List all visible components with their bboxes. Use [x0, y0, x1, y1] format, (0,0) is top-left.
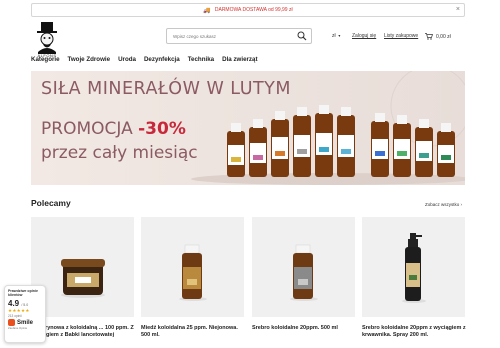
banner-promo-line2: przez cały miesiąc: [41, 143, 198, 163]
product-card[interactable]: [141, 217, 244, 317]
chevron-down-icon: ▼: [337, 34, 342, 38]
product-title[interactable]: Miedź koloidalna 25 ppm. Niejonowa. 500 …: [141, 325, 246, 339]
promo-bar-text: DARMOWA DOSTAWA od 99,99 zł: [214, 7, 293, 13]
search-icon[interactable]: [297, 31, 307, 41]
product-image-jar: [61, 259, 105, 298]
shopping-lists-link[interactable]: Listy zakupowe: [384, 33, 418, 39]
close-icon[interactable]: ×: [456, 6, 460, 13]
smile-icon: [8, 319, 15, 326]
smile-sub: Zaufane Opinie: [8, 326, 28, 330]
truck-icon: 🚚: [203, 7, 211, 14]
rating-score: 4.9 / 5.0: [8, 299, 29, 308]
see-all-link[interactable]: Zobacz wszystko ›: [425, 202, 462, 207]
nav-item-beauty[interactable]: Uroda: [118, 56, 136, 63]
promo-banner[interactable]: SIŁA MINERAŁÓW W LUTYM PROMOCJA -30% prz…: [31, 71, 465, 185]
product-image-spray: [402, 233, 426, 303]
banner-headline: SIŁA MINERAŁÓW W LUTYM: [41, 79, 291, 99]
product-card[interactable]: [31, 217, 134, 317]
nav-item-pets[interactable]: Dla zwierząt: [222, 56, 257, 63]
banner-promo-percent: -30%: [138, 119, 186, 139]
product-card[interactable]: [252, 217, 355, 317]
search-placeholder: Wpisz czego szukasz: [173, 33, 217, 39]
promo-bar: 🚚 DARMOWA DOSTAWA od 99,99 zł ×: [31, 3, 465, 17]
search-input[interactable]: Wpisz czego szukasz: [166, 28, 312, 44]
login-link[interactable]: Zaloguj się: [352, 33, 376, 39]
cart-icon: [425, 33, 433, 40]
nav-item-disinfection[interactable]: Dezynfekcja: [144, 56, 180, 63]
product-title[interactable]: Srebro koloidalne 20ppm. 500 ml: [252, 325, 357, 332]
product-title[interactable]: Srebro koloidalne 20ppm z wyciągiem z kr…: [362, 325, 467, 339]
rating-count: 213 opinii: [8, 314, 22, 318]
chevron-right-icon: ›: [460, 202, 463, 207]
main-nav: Kategorie Twoje Zdrowie Uroda Dezynfekcj…: [31, 56, 258, 63]
product-title[interactable]: ...ucerynowa z koloidalną ... 100 ppm. Z…: [31, 325, 136, 339]
nav-item-health[interactable]: Twoje Zdrowie: [68, 56, 111, 63]
section-title-recommended: Polecamy: [31, 198, 71, 208]
cart-button[interactable]: 0,00 zł: [425, 33, 451, 40]
nav-item-categories[interactable]: Kategorie: [31, 56, 60, 63]
rating-widget-title: Prawdziwe opinie klientów: [8, 289, 38, 297]
rating-widget[interactable]: Prawdziwe opinie klientów 4.9 / 5.0 ★★★★…: [4, 285, 46, 343]
cart-total: 0,00 zł: [436, 33, 451, 40]
product-card[interactable]: [362, 217, 465, 317]
nav-item-technology[interactable]: Technika: [188, 56, 214, 63]
banner-promo: PROMOCJA -30%: [41, 119, 186, 139]
smile-logo: Smile: [8, 319, 42, 326]
currency-select[interactable]: zł ▼: [332, 33, 341, 39]
product-image-bottle: [179, 244, 207, 301]
product-image-bottle: [290, 244, 318, 301]
